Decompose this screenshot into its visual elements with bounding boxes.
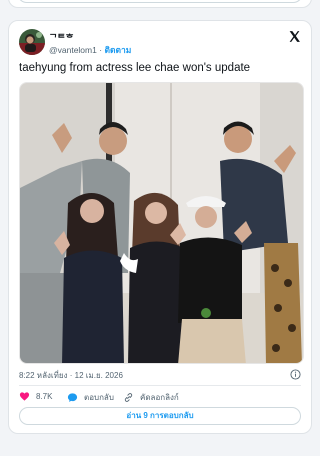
tweet-timestamp[interactable]: 8:22 หลังเที่ยง · 12 เม.ย. 2026 <box>19 369 123 382</box>
link-icon <box>123 392 134 403</box>
info-icon[interactable] <box>290 367 301 380</box>
separator-dot: · <box>69 371 73 380</box>
speech-bubble-icon <box>67 392 78 403</box>
reply-label: ตอบกลับ <box>84 393 114 402</box>
tweet-photo[interactable] <box>19 82 304 364</box>
previous-read-replies-button[interactable] <box>17 0 303 3</box>
heart-icon <box>19 391 30 402</box>
like-button[interactable]: 8.7K <box>19 391 52 402</box>
tweet-text: taehyung from actress lee chae won's upd… <box>19 62 251 74</box>
handle-row: @vantelom1 · ติดตาม <box>49 43 131 57</box>
handle[interactable]: @vantelom1 <box>49 45 97 55</box>
separator-dot: · <box>99 45 103 55</box>
x-logo-icon[interactable] <box>288 30 301 43</box>
tweet-date: 12 เม.ย. 2026 <box>74 371 123 380</box>
avatar[interactable] <box>19 29 45 55</box>
previous-tweet-card <box>8 0 312 8</box>
likes-count: 8.7K <box>36 392 53 401</box>
reply-button[interactable]: ตอบกลับ <box>67 391 114 404</box>
divider <box>19 385 301 386</box>
tweet-card: ᄀᄐᄒ @vantelom1 · ติดตาม taehyung from ac… <box>8 20 312 434</box>
read-replies-button[interactable]: อ่าน 9 การตอบกลับ <box>19 407 301 425</box>
copy-link-label: คัดลอกลิงก์ <box>140 393 179 402</box>
tweet-time: 8:22 หลังเที่ยง <box>19 371 68 380</box>
follow-button[interactable]: ติดตาม <box>104 45 131 55</box>
copy-link-button[interactable]: คัดลอกลิงก์ <box>123 391 179 404</box>
